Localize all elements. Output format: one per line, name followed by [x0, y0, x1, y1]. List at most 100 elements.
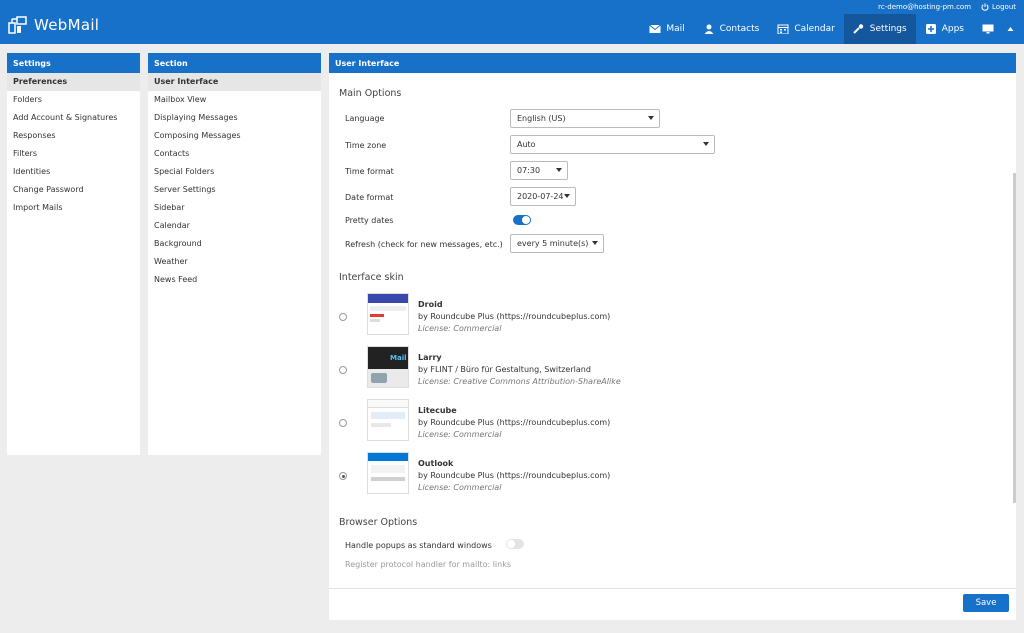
timezone-label: Time zone — [345, 141, 387, 150]
settings-item-filters[interactable]: Filters — [7, 145, 140, 163]
nav-settings-label: Settings — [869, 24, 907, 34]
timezone-select[interactable]: Auto — [510, 135, 715, 154]
toggle-knob — [522, 216, 530, 224]
nav-screen-toggle[interactable] — [973, 14, 1003, 44]
chevron-down-icon — [703, 142, 709, 146]
settings-item-preferences[interactable]: Preferences — [7, 73, 140, 91]
content-scrollbar[interactable] — [1013, 173, 1016, 503]
language-select[interactable]: English (US) — [510, 109, 660, 128]
browser-options-title: Browser Options — [339, 517, 418, 528]
section-item-special-folders[interactable]: Special Folders — [148, 163, 321, 181]
skin-radio-droid[interactable] — [339, 313, 347, 321]
popups-toggle[interactable] — [506, 539, 524, 549]
chevron-down-icon — [592, 241, 598, 245]
timeformat-select[interactable]: 07:30 — [510, 161, 568, 180]
prettydates-label: Pretty dates — [345, 216, 394, 225]
skin-license-outlook: License: Commercial — [418, 483, 502, 492]
logout-link[interactable]: Logout — [981, 3, 1016, 11]
settings-item-folders[interactable]: Folders — [7, 91, 140, 109]
section-item-news-feed[interactable]: News Feed — [148, 271, 321, 289]
toggle-knob — [507, 540, 515, 548]
nav-contacts-label: Contacts — [719, 24, 760, 34]
nav-calendar[interactable]: Calendar — [768, 14, 843, 44]
language-value: English (US) — [517, 114, 566, 123]
prettydates-toggle[interactable] — [513, 215, 531, 225]
nav-mail[interactable]: Mail — [640, 14, 693, 44]
skin-author-outlook: by Roundcube Plus (https://roundcubeplus… — [418, 471, 611, 480]
timezone-value: Auto — [517, 140, 536, 149]
skin-license-litecube: License: Commercial — [418, 430, 502, 439]
chevron-down-icon — [648, 116, 654, 120]
skin-name-outlook: Outlook — [418, 459, 454, 468]
skin-radio-outlook[interactable] — [339, 472, 347, 480]
nav-apps-label: Apps — [941, 24, 964, 34]
popups-label: Handle popups as standard windows — [345, 541, 492, 550]
top-header: WebMail rc-demo@hosting-pm.com Logout Ma… — [0, 0, 1024, 44]
nav-contacts[interactable]: Contacts — [694, 14, 769, 44]
section-item-server-settings[interactable]: Server Settings — [148, 181, 321, 199]
skin-author-litecube: by Roundcube Plus (https://roundcubeplus… — [418, 418, 611, 427]
collapse-header-button[interactable] — [1003, 14, 1024, 44]
skin-license-larry: License: Creative Commons Attribution-Sh… — [418, 377, 621, 386]
dateformat-label: Date format — [345, 193, 394, 202]
nav-mail-label: Mail — [666, 24, 685, 34]
app-name: WebMail — [34, 16, 100, 34]
protocol-handler-label[interactable]: Register protocol handler for mailto: li… — [345, 560, 511, 569]
section-item-displaying-messages[interactable]: Displaying Messages — [148, 109, 321, 127]
user-icon — [704, 24, 714, 34]
user-bar: rc-demo@hosting-pm.com Logout — [878, 3, 1016, 11]
nav-settings[interactable]: Settings — [843, 14, 916, 44]
skin-name-litecube: Litecube — [418, 406, 457, 415]
section-item-calendar[interactable]: Calendar — [148, 217, 321, 235]
section-item-contacts[interactable]: Contacts — [148, 145, 321, 163]
refresh-value: every 5 minute(s) — [517, 239, 589, 248]
user-email: rc-demo@hosting-pm.com — [878, 3, 972, 11]
settings-item-import-mails[interactable]: Import Mails — [7, 199, 140, 217]
section-panel-title: Section — [148, 53, 321, 73]
settings-item-responses[interactable]: Responses — [7, 127, 140, 145]
wrench-icon — [853, 24, 863, 34]
settings-item-change-password[interactable]: Change Password — [7, 181, 140, 199]
calendar-icon — [777, 24, 789, 34]
refresh-select[interactable]: every 5 minute(s) — [510, 234, 604, 253]
dateformat-select[interactable]: 2020-07-24 — [510, 187, 576, 206]
save-button[interactable]: Save — [963, 594, 1009, 612]
content-panel: User Interface Main Options Language Eng… — [329, 53, 1016, 620]
skin-thumb-litecube — [367, 399, 409, 441]
power-icon — [981, 3, 989, 11]
refresh-label: Refresh (check for new messages, etc.) — [345, 240, 503, 249]
settings-panel-title: Settings — [7, 53, 140, 73]
caret-up-icon — [1007, 27, 1014, 31]
section-item-user-interface[interactable]: User Interface — [148, 73, 321, 91]
main-nav: Mail Contacts Calendar Settings Apps — [640, 14, 1024, 44]
chevron-down-icon — [556, 168, 562, 172]
timeformat-value: 07:30 — [517, 166, 541, 175]
skin-thumb-outlook — [367, 452, 409, 494]
skin-thumb-droid — [367, 293, 409, 335]
skin-author-droid: by Roundcube Plus (https://roundcubeplus… — [418, 312, 611, 321]
logout-label: Logout — [992, 3, 1016, 11]
nav-apps[interactable]: Apps — [916, 14, 973, 44]
language-label: Language — [345, 114, 385, 123]
section-item-mailbox-view[interactable]: Mailbox View — [148, 91, 321, 109]
app-logo[interactable]: WebMail — [8, 15, 99, 35]
timeformat-label: Time format — [345, 167, 394, 176]
plus-square-icon — [925, 24, 936, 34]
main-options-title: Main Options — [339, 88, 402, 99]
skin-thumb-larry: Mail — [367, 346, 409, 388]
webmail-logo-icon — [8, 16, 27, 34]
section-panel: Section User Interface Mailbox View Disp… — [148, 53, 321, 455]
skin-radio-larry[interactable] — [339, 366, 347, 374]
envelope-icon — [649, 24, 662, 33]
section-item-composing-messages[interactable]: Composing Messages — [148, 127, 321, 145]
settings-item-identities[interactable]: Identities — [7, 163, 140, 181]
monitor-icon — [982, 24, 994, 34]
skin-radio-litecube[interactable] — [339, 419, 347, 427]
section-item-background[interactable]: Background — [148, 235, 321, 253]
settings-item-signatures[interactable]: Add Account & Signatures — [7, 109, 140, 127]
section-item-sidebar[interactable]: Sidebar — [148, 199, 321, 217]
footer-divider — [329, 588, 1016, 589]
skin-name-droid: Droid — [418, 300, 443, 309]
section-item-weather[interactable]: Weather — [148, 253, 321, 271]
chevron-down-icon — [564, 194, 570, 198]
